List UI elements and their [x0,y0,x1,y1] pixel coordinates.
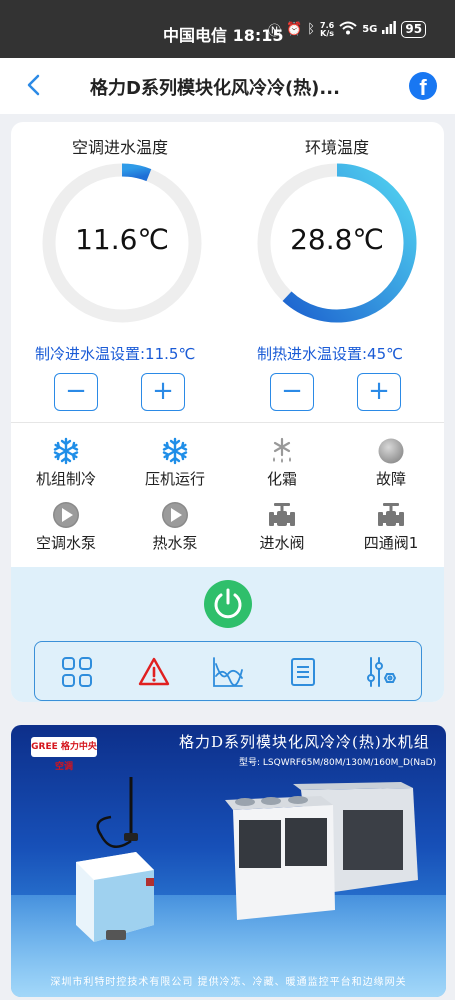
fault-indicator-icon [336,436,444,466]
battery-icon: 95 [401,21,427,38]
status-compressor-running: 压机运行 [120,436,230,489]
netspeed-unit: K/s [320,28,335,38]
banner-footer: 深圳市利特时控技术有限公司 提供冷冻、冷藏、暖通监控平台和边缘网关 [50,977,407,988]
signal-icon [382,21,397,38]
status-label: 空调水泵 [35,534,96,552]
page-title: 格力D系列模块化风冷冷(热)... [90,78,340,99]
gree-logo: GREE 格力中央空调 [31,737,97,772]
divider [11,422,444,423]
banner-model: 型号: LSQWRF65M/80M/130M/160M_D(NaD) [239,758,437,768]
alarm-clock-icon: ⏰ [286,22,303,37]
status-fault: 故障 [336,436,444,489]
status-label: 机组制冷 [35,470,96,488]
status-icons: Ⓝ ⏰ ᛒ 7.6 K/s 5G 95 [268,20,427,39]
snowflake-icon [11,436,121,466]
status-four-way-valve-1: 四通阀1 [336,500,444,553]
cooling-setpoint-label: 制冷进水温设置:11.5℃ [35,345,196,363]
inlet-temp-value: 11.6℃ [75,223,169,256]
cooling-increase-button[interactable]: + [141,373,185,411]
status-label: 进水阀 [259,534,305,552]
chiller-unit-image [225,782,418,920]
ambient-temp-value: 28.8℃ [290,223,384,256]
status-inlet-valve: 进水阀 [227,500,337,553]
snowflake-icon [120,436,230,466]
status-bar: 中国电信 18:15 Ⓝ ⏰ ᛒ 7.6 K/s 5G 95 [0,0,455,58]
network-type: 5G [362,24,378,35]
status-unit-cooling: 机组制冷 [11,436,121,489]
chevron-left-icon[interactable] [22,73,46,97]
status-label: 压机运行 [144,470,205,488]
control-area [11,567,444,702]
pump-icon [120,500,230,530]
settings-icon[interactable] [365,656,397,688]
defrost-icon [227,436,337,466]
heating-increase-button[interactable]: + [357,373,401,411]
product-banner[interactable]: GREE 格力中央空调 格力D系列模块化风冷冷(热)水机组 型号: LSQWRF… [11,725,446,997]
pump-icon [11,500,121,530]
wifi-icon [339,21,357,39]
status-label: 故障 [375,470,406,488]
device-card: 空调进水温度 11.6℃ 环境温度 28.8℃ 制冷进水温设置:11.5℃ 制热… [11,122,444,702]
power-button[interactable] [204,580,252,628]
gauge-fill-arc [121,163,152,182]
bluetooth-icon: ᛒ [307,22,316,37]
function-toolbar [34,641,422,701]
netspeed: 7.6 K/s [320,21,335,38]
list-icon[interactable] [287,656,319,688]
status-label: 热水泵 [152,534,198,552]
app-header: 格力D系列模块化风冷冷(热)... f [0,58,455,114]
valve-icon [336,500,444,530]
status-label: 化霜 [266,470,297,488]
curve-icon[interactable] [212,656,244,688]
cooling-decrease-button[interactable]: − [54,373,98,411]
banner-title: 格力D系列模块化风冷冷(热)水机组 [179,733,430,751]
alarm-icon[interactable] [138,656,170,688]
facebook-icon[interactable]: f [409,72,437,100]
status-label: 四通阀1 [363,534,419,552]
status-defrost: 化霜 [227,436,337,489]
gateway-device-image [76,852,154,942]
heating-setpoint-label: 制热进水温设置:45℃ [257,345,403,363]
status-hot-water-pump: 热水泵 [120,500,230,553]
status-ac-water-pump: 空调水泵 [11,500,121,553]
carrier-time: 中国电信 18:15 [163,26,284,45]
nfc-icon: Ⓝ [268,24,282,39]
valve-icon [227,500,337,530]
inlet-temp-title: 空调进水温度 [71,138,168,157]
grid-icon[interactable] [61,656,93,688]
ambient-temp-title: 环境温度 [304,138,369,157]
power-icon [214,588,242,619]
heating-decrease-button[interactable]: − [270,373,314,411]
